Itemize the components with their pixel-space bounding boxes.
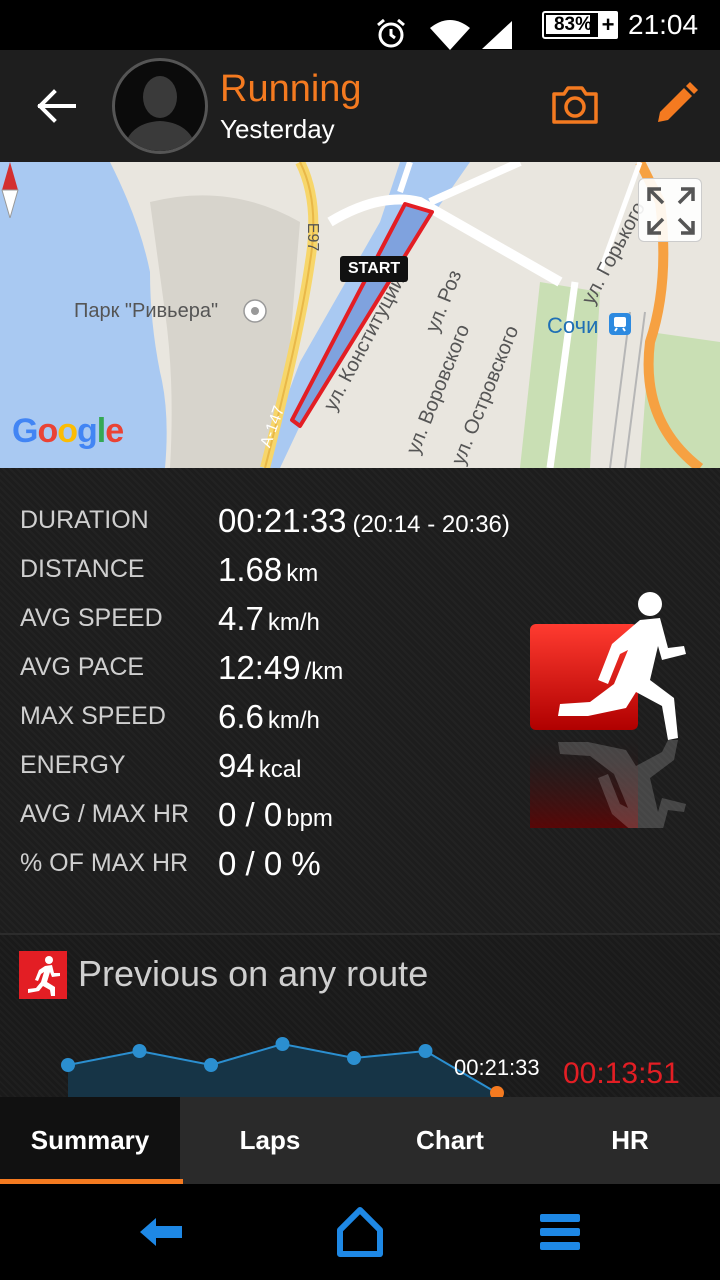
- system-nav-bar: [0, 1184, 720, 1280]
- stat-number: 94: [218, 747, 255, 784]
- fullscreen-button[interactable]: [638, 178, 702, 242]
- tab-bar: Summary Laps Chart HR: [0, 1097, 720, 1184]
- map-label-park: Парк "Ривьера": [74, 300, 219, 322]
- activity-date: Yesterday: [220, 114, 335, 144]
- best-duration: 00:13:51: [563, 1057, 680, 1090]
- google-logo: Google: [12, 412, 124, 450]
- park-icon: [243, 299, 267, 323]
- stat-row-max-hr-percent: % OF MAX HR 0 / 0 %: [0, 839, 720, 888]
- app-header: Running Yesterday: [0, 50, 720, 162]
- running-sport-icon: [530, 592, 686, 828]
- battery-percent: 83%: [553, 14, 593, 35]
- stat-row-duration: DURATION 00:21:33 (20:14 - 20:36): [0, 496, 720, 545]
- previous-route-title: Previous on any route: [78, 953, 429, 994]
- stat-number: 4.7: [218, 600, 264, 637]
- person-silhouette-icon: [123, 76, 197, 151]
- stat-value: 94 kcal: [218, 741, 301, 797]
- avatar[interactable]: [112, 58, 208, 154]
- stat-number: 12:49: [218, 649, 301, 686]
- stat-value: 6.6 km/h: [218, 692, 320, 748]
- chart-point-current: [490, 1086, 504, 1097]
- pencil-icon[interactable]: [650, 80, 700, 130]
- chart-point: [418, 1044, 433, 1058]
- stat-time-range: (20:14 - 20:36): [352, 511, 510, 538]
- stat-unit: km/h: [267, 609, 320, 636]
- chart-point: [204, 1058, 218, 1072]
- stat-unit: /km: [304, 658, 344, 685]
- stat-unit: kcal: [258, 756, 302, 783]
- map-label-e97: E97: [304, 222, 322, 252]
- stat-row-distance: DISTANCE 1.68 km: [0, 545, 720, 594]
- nav-home-icon[interactable]: [330, 1204, 390, 1260]
- stat-unit: bpm: [286, 805, 333, 832]
- stat-label: AVG / MAX HR: [20, 800, 190, 828]
- nav-menu-icon[interactable]: [530, 1204, 590, 1260]
- nav-back-icon[interactable]: [132, 1204, 192, 1260]
- status-time: 21:04: [628, 9, 699, 40]
- stat-value: 4.7 km/h: [218, 594, 320, 650]
- tab-laps[interactable]: Laps: [180, 1097, 360, 1184]
- stat-unit: km/h: [267, 707, 320, 734]
- activity-title: Running: [220, 68, 362, 110]
- stat-label: DISTANCE: [20, 555, 145, 583]
- stat-label: MAX SPEED: [20, 702, 166, 730]
- route-map[interactable]: Парк "Ривьера" E97 A-147 ул. Конституции…: [0, 162, 720, 468]
- stat-value: 0 / 0 %: [218, 839, 321, 895]
- stat-label: ENERGY: [20, 751, 126, 779]
- current-duration: 00:21:33: [454, 1055, 540, 1080]
- stat-number: 0 / 0: [218, 796, 283, 833]
- stat-value: 00:21:33 (20:14 - 20:36): [218, 496, 510, 552]
- route-start-marker: START: [340, 256, 409, 282]
- stat-number: 00:21:33: [218, 502, 347, 539]
- status-bar: 83% + 21:04: [0, 0, 720, 50]
- compass-icon[interactable]: [0, 162, 20, 218]
- fullscreen-icon: [647, 187, 695, 235]
- chart-point: [275, 1037, 290, 1051]
- stat-unit: km: [286, 560, 319, 587]
- tab-summary[interactable]: Summary: [0, 1097, 183, 1184]
- tab-chart[interactable]: Chart: [360, 1097, 540, 1184]
- stat-label: % OF MAX HR: [20, 849, 189, 877]
- stat-label: DURATION: [20, 506, 149, 534]
- train-station-icon: [609, 313, 631, 335]
- stat-value: 0 / 0 bpm: [218, 790, 333, 846]
- battery-icon: 83%: [542, 11, 604, 39]
- stat-value: 1.68 km: [218, 545, 318, 601]
- stat-number: 1.68: [218, 551, 283, 588]
- stat-value: 12:49/km: [218, 643, 343, 699]
- stat-number: 6.6: [218, 698, 264, 735]
- running-icon: [19, 951, 67, 999]
- charging-icon: +: [598, 11, 618, 39]
- chart-point: [132, 1044, 147, 1058]
- back-arrow-icon[interactable]: [28, 78, 84, 134]
- previous-route-section[interactable]: Previous on any route 00:21:33 00:13:51: [0, 935, 720, 1097]
- tab-hr[interactable]: HR: [540, 1097, 720, 1184]
- map-label-station: Сочи: [547, 313, 599, 338]
- stat-label: AVG SPEED: [20, 604, 163, 632]
- camera-icon[interactable]: [550, 82, 600, 128]
- stat-number: 0 / 0 %: [218, 845, 321, 882]
- stat-label: AVG PACE: [20, 653, 145, 681]
- chart-point: [61, 1058, 75, 1072]
- chart-point: [347, 1051, 361, 1065]
